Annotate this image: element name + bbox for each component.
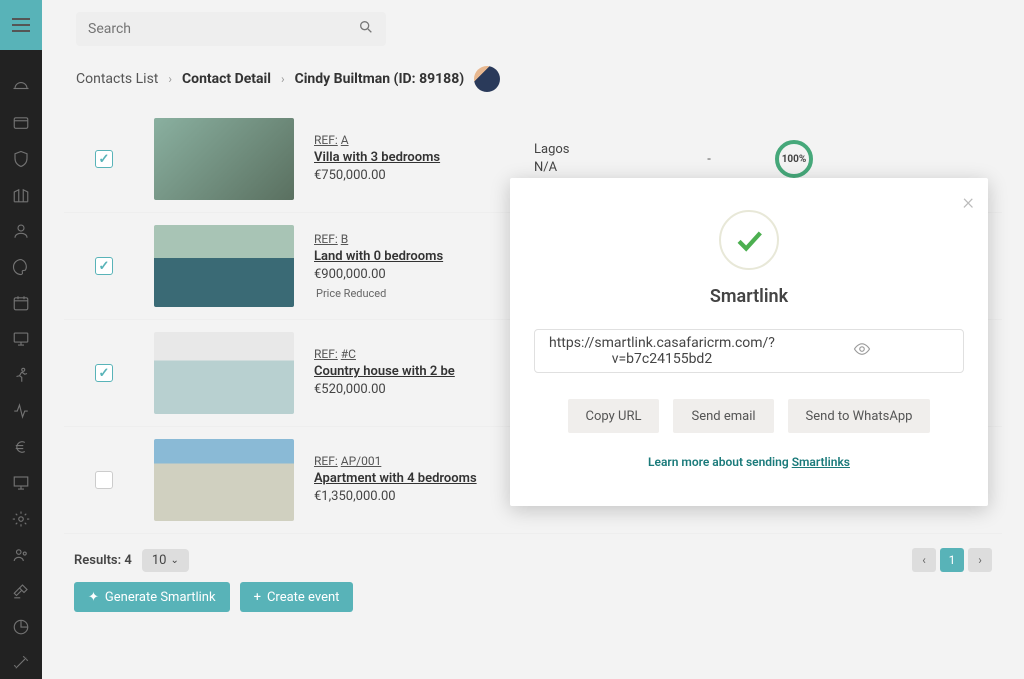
avatar	[474, 66, 500, 92]
menu-toggle-button[interactable]	[0, 0, 42, 50]
learn-more-text: Learn more about sending Smartlinks	[530, 455, 968, 469]
ref-label: REF:	[314, 232, 338, 246]
contacts-icon[interactable]	[12, 114, 30, 132]
gear-icon[interactable]	[12, 510, 30, 528]
price-reduced-badge: Price Reduced	[316, 286, 514, 301]
breadcrumb: Contacts List › Contact Detail › Cindy B…	[42, 46, 1024, 106]
ref-value[interactable]: AP/001	[341, 454, 382, 468]
success-check-icon	[719, 210, 779, 270]
listing-status: -	[684, 152, 734, 167]
listing-thumbnail[interactable]	[154, 118, 294, 200]
completion-badge: 100%	[775, 140, 813, 178]
eye-icon[interactable]	[775, 340, 949, 362]
listing-title[interactable]: Country house with 2 be	[314, 363, 514, 381]
results-count: Results: 4	[74, 553, 132, 568]
team-icon[interactable]	[12, 546, 30, 564]
smartlink-modal: × Smartlink https://smartlink.casafaricr…	[510, 178, 988, 506]
magic-wand-icon[interactable]	[12, 654, 30, 672]
listing-location: LagosN/A	[534, 141, 664, 176]
breadcrumb-item[interactable]: Contacts List	[76, 71, 158, 87]
euro-icon[interactable]	[12, 438, 30, 456]
smartlink-url-field[interactable]: https://smartlink.casafaricrm.com/?v=b7c…	[534, 329, 964, 373]
send-email-button[interactable]: Send email	[673, 399, 773, 433]
close-icon[interactable]: ×	[962, 190, 974, 215]
create-event-button[interactable]: + Create event	[240, 582, 354, 612]
breadcrumb-item: Cindy Builtman (ID: 89188)	[295, 71, 465, 87]
person-icon[interactable]	[12, 222, 30, 240]
gavel-icon[interactable]	[12, 582, 30, 600]
listing-info: REF: B Land with 0 bedrooms €900,000.00 …	[314, 231, 514, 302]
chevron-down-icon: ⌄	[170, 555, 178, 566]
table-footer: Results: 4 10 ⌄ ‹ 1 ›	[42, 534, 1024, 582]
plus-icon: ✦	[88, 590, 99, 605]
search-input[interactable]	[88, 21, 358, 37]
palette-icon[interactable]	[12, 258, 30, 276]
listing-info: REF: A Villa with 3 bedrooms €750,000.00	[314, 132, 514, 185]
completion-cell: 100%	[754, 140, 834, 178]
row-checkbox[interactable]	[95, 150, 113, 168]
sidebar-nav	[0, 50, 42, 672]
activity-icon[interactable]	[12, 402, 30, 420]
page-prev-button[interactable]: ‹	[912, 548, 936, 572]
listing-info: REF: AP/001 Apartment with 4 bedrooms €1…	[314, 453, 514, 506]
pie-chart-icon[interactable]	[12, 618, 30, 636]
sidebar	[0, 0, 42, 679]
listing-price: €520,000.00	[314, 381, 514, 399]
listing-info: REF: #C Country house with 2 be €520,000…	[314, 346, 514, 399]
plus-icon: +	[254, 590, 261, 605]
running-icon[interactable]	[12, 366, 30, 384]
listing-price: €1,350,000.00	[314, 488, 514, 506]
ref-value[interactable]: A	[341, 133, 349, 147]
ref-label: REF:	[314, 347, 338, 361]
shield-icon[interactable]	[12, 150, 30, 168]
listing-title[interactable]: Apartment with 4 bedrooms	[314, 470, 514, 488]
presentation-icon[interactable]	[12, 474, 30, 492]
listing-title[interactable]: Land with 0 bedrooms	[314, 248, 514, 266]
copy-url-button[interactable]: Copy URL	[568, 399, 660, 433]
row-checkbox[interactable]	[95, 364, 113, 382]
listing-thumbnail[interactable]	[154, 439, 294, 521]
bulk-actions: ✦ Generate Smartlink + Create event	[42, 582, 1024, 628]
chevron-right-icon: ›	[281, 72, 285, 86]
buildings-icon[interactable]	[12, 186, 30, 204]
smartlink-url-text: https://smartlink.casafaricrm.com/?v=b7c…	[549, 335, 775, 367]
ref-value[interactable]: #C	[341, 347, 356, 361]
calendar-icon[interactable]	[12, 294, 30, 312]
row-checkbox[interactable]	[95, 471, 113, 489]
dashboard-icon[interactable]	[12, 78, 30, 96]
monitor-icon[interactable]	[12, 330, 30, 348]
modal-title: Smartlink	[530, 286, 968, 307]
perpage-select[interactable]: 10 ⌄	[142, 549, 189, 572]
search-box[interactable]	[76, 12, 386, 46]
listing-title[interactable]: Villa with 3 bedrooms	[314, 149, 514, 167]
modal-actions: Copy URL Send email Send to WhatsApp	[530, 399, 968, 433]
send-whatsapp-button[interactable]: Send to WhatsApp	[788, 399, 931, 433]
listing-thumbnail[interactable]	[154, 332, 294, 414]
chevron-right-icon: ›	[168, 72, 172, 86]
generate-smartlink-button[interactable]: ✦ Generate Smartlink	[74, 582, 230, 612]
ref-value[interactable]: B	[341, 232, 348, 246]
page-number-button[interactable]: 1	[940, 548, 964, 572]
page-next-button[interactable]: ›	[968, 548, 992, 572]
row-checkbox[interactable]	[95, 257, 113, 275]
ref-label: REF:	[314, 454, 338, 468]
breadcrumb-item[interactable]: Contact Detail	[182, 71, 271, 87]
ref-label: REF:	[314, 133, 338, 147]
search-icon	[358, 19, 374, 39]
listing-price: €900,000.00	[314, 266, 514, 284]
smartlinks-help-link[interactable]: Smartlinks	[792, 455, 850, 469]
listing-thumbnail[interactable]	[154, 225, 294, 307]
pagination: ‹ 1 ›	[912, 548, 992, 572]
listing-price: €750,000.00	[314, 167, 514, 185]
